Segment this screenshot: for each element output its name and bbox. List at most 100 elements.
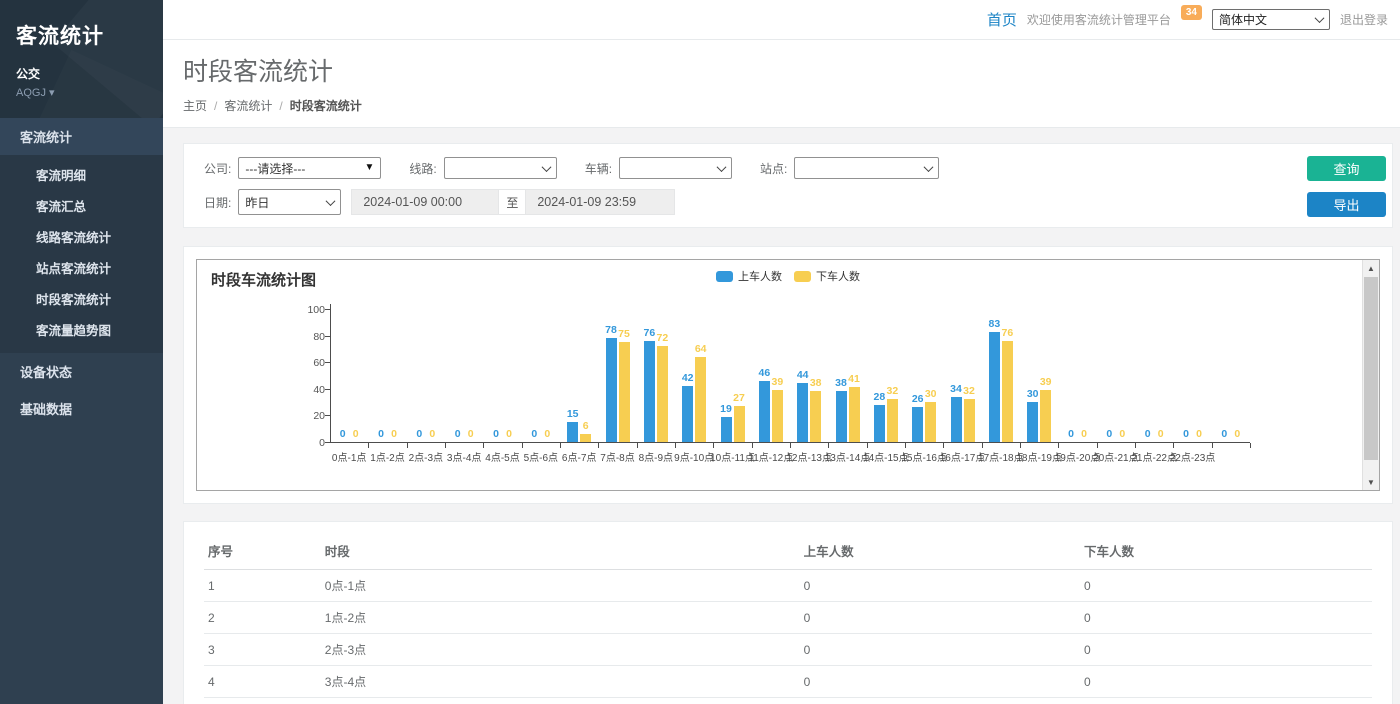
bar-value-label: 0 xyxy=(429,428,435,440)
x-axis-tick xyxy=(483,443,484,448)
x-axis-label: 2点-3点 xyxy=(409,449,443,464)
bar-value-label: 39 xyxy=(1040,376,1052,388)
x-axis-tick xyxy=(675,443,676,448)
sidebar-submenu: 客流明细客流汇总线路客流统计站点客流统计时段客流统计客流量趋势图 xyxy=(0,155,163,353)
y-axis-line xyxy=(330,304,331,443)
bar-value-label: 64 xyxy=(695,343,707,355)
sidebar-nav: 客流统计客流明细客流汇总线路客流统计站点客流统计时段客流统计客流量趋势图设备状态… xyxy=(0,118,163,427)
sidebar-item-客流明细[interactable]: 客流明细 xyxy=(0,159,163,190)
breadcrumb-section[interactable]: 客流统计 xyxy=(224,99,272,113)
chevron-down-icon xyxy=(924,162,934,172)
filter-buttons: 查询 导出 xyxy=(1307,156,1386,217)
chart-scrollbar[interactable]: ▲ ▼ xyxy=(1362,260,1379,490)
x-axis-label: 3点-4点 xyxy=(447,449,481,464)
table-cell: 0点-1点 xyxy=(321,570,800,602)
sidebar-section-基础数据[interactable]: 基础数据 xyxy=(0,390,163,427)
filter-panel: 公司: ---请选择--- ▼ 线路: 车辆: xyxy=(183,143,1393,228)
vehicle-select[interactable] xyxy=(619,157,732,179)
y-axis-tick xyxy=(325,442,330,443)
chart-container: 时段车流统计图 上车人数下车人数 020406080100000点-1点001点… xyxy=(196,259,1380,491)
sidebar-item-站点客流统计[interactable]: 站点客流统计 xyxy=(0,252,163,283)
date-from-input[interactable]: 2024-01-09 00:00 xyxy=(351,189,499,215)
bar-上车人数 xyxy=(682,386,693,442)
table-cell: 5 xyxy=(204,698,321,704)
select-caret-icon: ▼ xyxy=(364,163,374,173)
table-cell: 1点-2点 xyxy=(321,602,800,634)
bar-value-label: 0 xyxy=(1119,428,1125,440)
bar-value-label: 0 xyxy=(1196,428,1202,440)
table-row: 21点-2点00 xyxy=(204,602,1372,634)
breadcrumb: 主页/客流统计/时段客流统计 xyxy=(183,97,1400,114)
sidebar-section-客流统计[interactable]: 客流统计 xyxy=(0,118,163,155)
company-select[interactable]: ---请选择--- ▼ xyxy=(238,157,381,179)
table-cell: 0 xyxy=(1080,634,1372,666)
bar-value-label: 32 xyxy=(963,385,975,397)
bar-value-label: 72 xyxy=(656,332,668,344)
table-cell: 4点-5点 xyxy=(321,698,800,704)
sidebar-item-线路客流统计[interactable]: 线路客流统计 xyxy=(0,221,163,252)
table-cell: 0 xyxy=(800,570,1080,602)
x-axis-label: 1点-2点 xyxy=(370,449,404,464)
brand-user-dropdown[interactable]: AQGJ ▾ xyxy=(16,86,163,99)
search-button[interactable]: 查询 xyxy=(1307,156,1386,181)
y-axis-tick xyxy=(325,336,330,337)
table-body: 10点-1点0021点-2点0032点-3点0043点-4点0054点-5点00… xyxy=(204,570,1372,704)
table-row: 54点-5点00 xyxy=(204,698,1372,704)
home-link[interactable]: 首页 xyxy=(987,9,1017,30)
table-cell: 2 xyxy=(204,602,321,634)
x-axis-tick xyxy=(1058,443,1059,448)
sidebar: 客流统计 公交 AQGJ ▾ 客流统计客流明细客流汇总线路客流统计站点客流统计时… xyxy=(0,0,163,704)
x-axis-tick xyxy=(522,443,523,448)
app-window: 客流统计 公交 AQGJ ▾ 客流统计客流明细客流汇总线路客流统计站点客流统计时… xyxy=(0,0,1400,704)
bar-下车人数 xyxy=(849,387,860,442)
breadcrumb-home[interactable]: 主页 xyxy=(183,99,207,113)
station-select[interactable] xyxy=(794,157,939,179)
bar-上车人数 xyxy=(644,341,655,442)
x-axis-label: 6点-7点 xyxy=(562,449,596,464)
breadcrumb-separator: / xyxy=(279,99,282,113)
vehicle-label: 车辆: xyxy=(585,160,612,177)
y-axis-tick xyxy=(325,362,330,363)
date-to-input[interactable]: 2024-01-09 23:59 xyxy=(525,189,675,215)
bar-value-label: 76 xyxy=(1001,327,1013,339)
chevron-down-icon xyxy=(326,196,336,206)
legend-label: 下车人数 xyxy=(816,268,860,284)
scrollbar-thumb[interactable] xyxy=(1364,277,1378,460)
company-label: 公司: xyxy=(204,160,231,177)
bar-上车人数 xyxy=(874,405,885,442)
sidebar-item-时段客流统计[interactable]: 时段客流统计 xyxy=(0,283,163,314)
bar-value-label: 0 xyxy=(1158,428,1164,440)
bar-value-label: 0 xyxy=(1221,428,1227,440)
bar-上车人数 xyxy=(797,383,808,442)
date-preset-select[interactable]: 昨日 xyxy=(238,189,341,215)
export-button[interactable]: 导出 xyxy=(1307,192,1386,217)
bar-上车人数 xyxy=(951,397,962,442)
x-axis-tick xyxy=(1020,443,1021,448)
table-cell: 0 xyxy=(1080,570,1372,602)
notification-badge: 34 xyxy=(1181,5,1202,20)
sidebar-item-客流量趋势图[interactable]: 客流量趋势图 xyxy=(0,314,163,345)
x-axis-tick xyxy=(560,443,561,448)
x-axis-tick xyxy=(368,443,369,448)
main-area: 首页 欢迎使用客流统计管理平台 34 简体中文 退出登录 时段客流统计 主页/客… xyxy=(163,0,1400,704)
bar-下车人数 xyxy=(619,342,630,442)
logout-link[interactable]: 退出登录 xyxy=(1340,11,1388,28)
scrollbar-up-arrow-icon[interactable]: ▲ xyxy=(1363,260,1379,276)
x-axis-label: 22点-23点 xyxy=(1170,449,1216,464)
line-select[interactable] xyxy=(444,157,557,179)
table-row: 43点-4点00 xyxy=(204,666,1372,698)
table-row: 10点-1点00 xyxy=(204,570,1372,602)
scrollbar-down-arrow-icon[interactable]: ▼ xyxy=(1363,474,1379,490)
sidebar-item-客流汇总[interactable]: 客流汇总 xyxy=(0,190,163,221)
table-cell: 3点-4点 xyxy=(321,666,800,698)
sidebar-section-设备状态[interactable]: 设备状态 xyxy=(0,353,163,390)
x-axis-tick xyxy=(867,443,868,448)
legend-item-下车人数[interactable]: 下车人数 xyxy=(794,268,860,284)
bar-value-label: 39 xyxy=(771,376,783,388)
bar-value-label: 0 xyxy=(455,428,461,440)
date-preset-value: 昨日 xyxy=(245,194,269,211)
legend-item-上车人数[interactable]: 上车人数 xyxy=(716,268,782,284)
bar-value-label: 42 xyxy=(682,372,694,384)
language-select[interactable]: 简体中文 xyxy=(1212,9,1330,30)
x-axis-tick xyxy=(1135,443,1136,448)
